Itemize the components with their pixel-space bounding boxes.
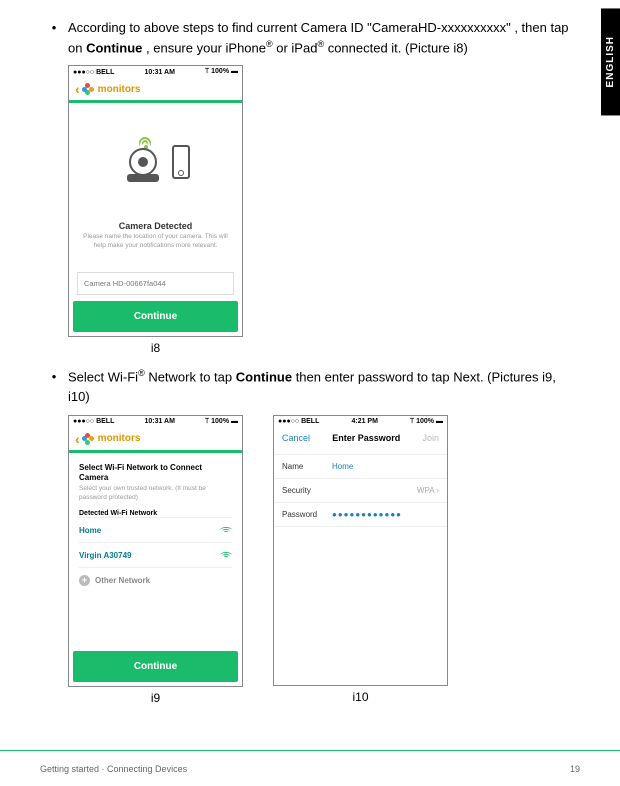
password-navbar: Cancel Enter Password Join (274, 428, 447, 448)
back-icon[interactable]: ‹ (75, 81, 80, 97)
camera-scene (69, 103, 242, 221)
wifi-item-other[interactable]: +Other Network (79, 567, 232, 593)
detected-heading: Camera Detected (79, 221, 232, 231)
screenshot-i8: ●●●○○ BELL10:31 AM⟙ 100% ▬ ‹ monitors Ca… (68, 65, 243, 337)
continue-button[interactable]: Continue (73, 301, 238, 332)
nav-title: monitors (98, 433, 141, 444)
status-bar: ●●●○○ BELL10:31 AM⟙ 100% ▬ (69, 66, 242, 78)
empty-area (274, 527, 447, 685)
page-number: 19 (570, 764, 580, 774)
detected-subtext: Please name the location of your camera.… (79, 233, 232, 250)
bullet-dot: • (40, 367, 68, 406)
caption-i10: i10 (273, 690, 448, 704)
detected-label: Detected Wi-Fi Network (79, 510, 232, 517)
status-bar: ●●●○○ BELL4:21 PM⟙ 100% ▬ (274, 416, 447, 428)
nav-bar: ‹ monitors (69, 428, 242, 450)
footer-breadcrumb: Getting started · Connecting Devices (40, 764, 187, 774)
wifi-item-home[interactable]: Home (79, 517, 232, 542)
back-icon[interactable]: ‹ (75, 431, 80, 447)
screenshot-i9-wrap: ●●●○○ BELL10:31 AM⟙ 100% ▬ ‹ monitors Se… (68, 415, 243, 706)
row-password[interactable]: Password●●●●●●●●●●●● (274, 502, 447, 527)
nav-bar: ‹ monitors (69, 78, 242, 100)
join-button[interactable]: Join (422, 433, 439, 443)
wifi-signal-icon (220, 525, 232, 535)
bullet-text: According to above steps to find current… (68, 18, 580, 57)
screenshot-i9: ●●●○○ BELL10:31 AM⟙ 100% ▬ ‹ monitors Se… (68, 415, 243, 688)
row-security[interactable]: SecurityWPA › (274, 478, 447, 502)
detected-block: Camera Detected Please name the location… (69, 221, 242, 258)
cancel-button[interactable]: Cancel (282, 433, 310, 443)
row-name: NameHome (274, 454, 447, 478)
wifi-select-area: Select Wi-Fi Network to Connect Camera S… (69, 453, 242, 598)
status-bar: ●●●○○ BELL10:31 AM⟙ 100% ▬ (69, 416, 242, 428)
nav-title: monitors (98, 84, 141, 95)
wifi-signal-icon (220, 550, 232, 560)
app-logo-icon (82, 433, 94, 445)
language-tab: ENGLISH (601, 8, 620, 115)
bullet-text: Select Wi-Fi® Network to tap Continue th… (68, 367, 580, 406)
wifi-subtext: Select your own trusted network. (It mus… (79, 485, 232, 502)
instruction-bullet-1: • According to above steps to find curre… (40, 18, 580, 57)
plus-icon: + (79, 575, 90, 586)
instruction-bullet-2: • Select Wi-Fi® Network to tap Continue … (40, 367, 580, 406)
wifi-heading: Select Wi-Fi Network to Connect Camera (79, 463, 232, 484)
password-title: Enter Password (332, 433, 400, 443)
page-content: • According to above steps to find curre… (0, 0, 620, 705)
screenshot-i10: ●●●○○ BELL4:21 PM⟙ 100% ▬ Cancel Enter P… (273, 415, 448, 686)
screenshots-row: ●●●○○ BELL10:31 AM⟙ 100% ▬ ‹ monitors Se… (68, 415, 580, 706)
caption-i8: i8 (68, 341, 243, 355)
phone-icon (172, 145, 190, 179)
bullet-dot: • (40, 18, 68, 57)
continue-button[interactable]: Continue (73, 651, 238, 682)
wifi-item-virgin[interactable]: Virgin A30749 (79, 542, 232, 567)
app-logo-icon (82, 83, 94, 95)
camera-id-field[interactable]: Camera HD-00667fa044 (77, 272, 234, 295)
page-footer: Getting started · Connecting Devices 19 (0, 750, 620, 786)
caption-i9: i9 (68, 691, 243, 705)
screenshot-i10-wrap: ●●●○○ BELL4:21 PM⟙ 100% ▬ Cancel Enter P… (273, 415, 448, 706)
camera-icon (122, 142, 164, 182)
